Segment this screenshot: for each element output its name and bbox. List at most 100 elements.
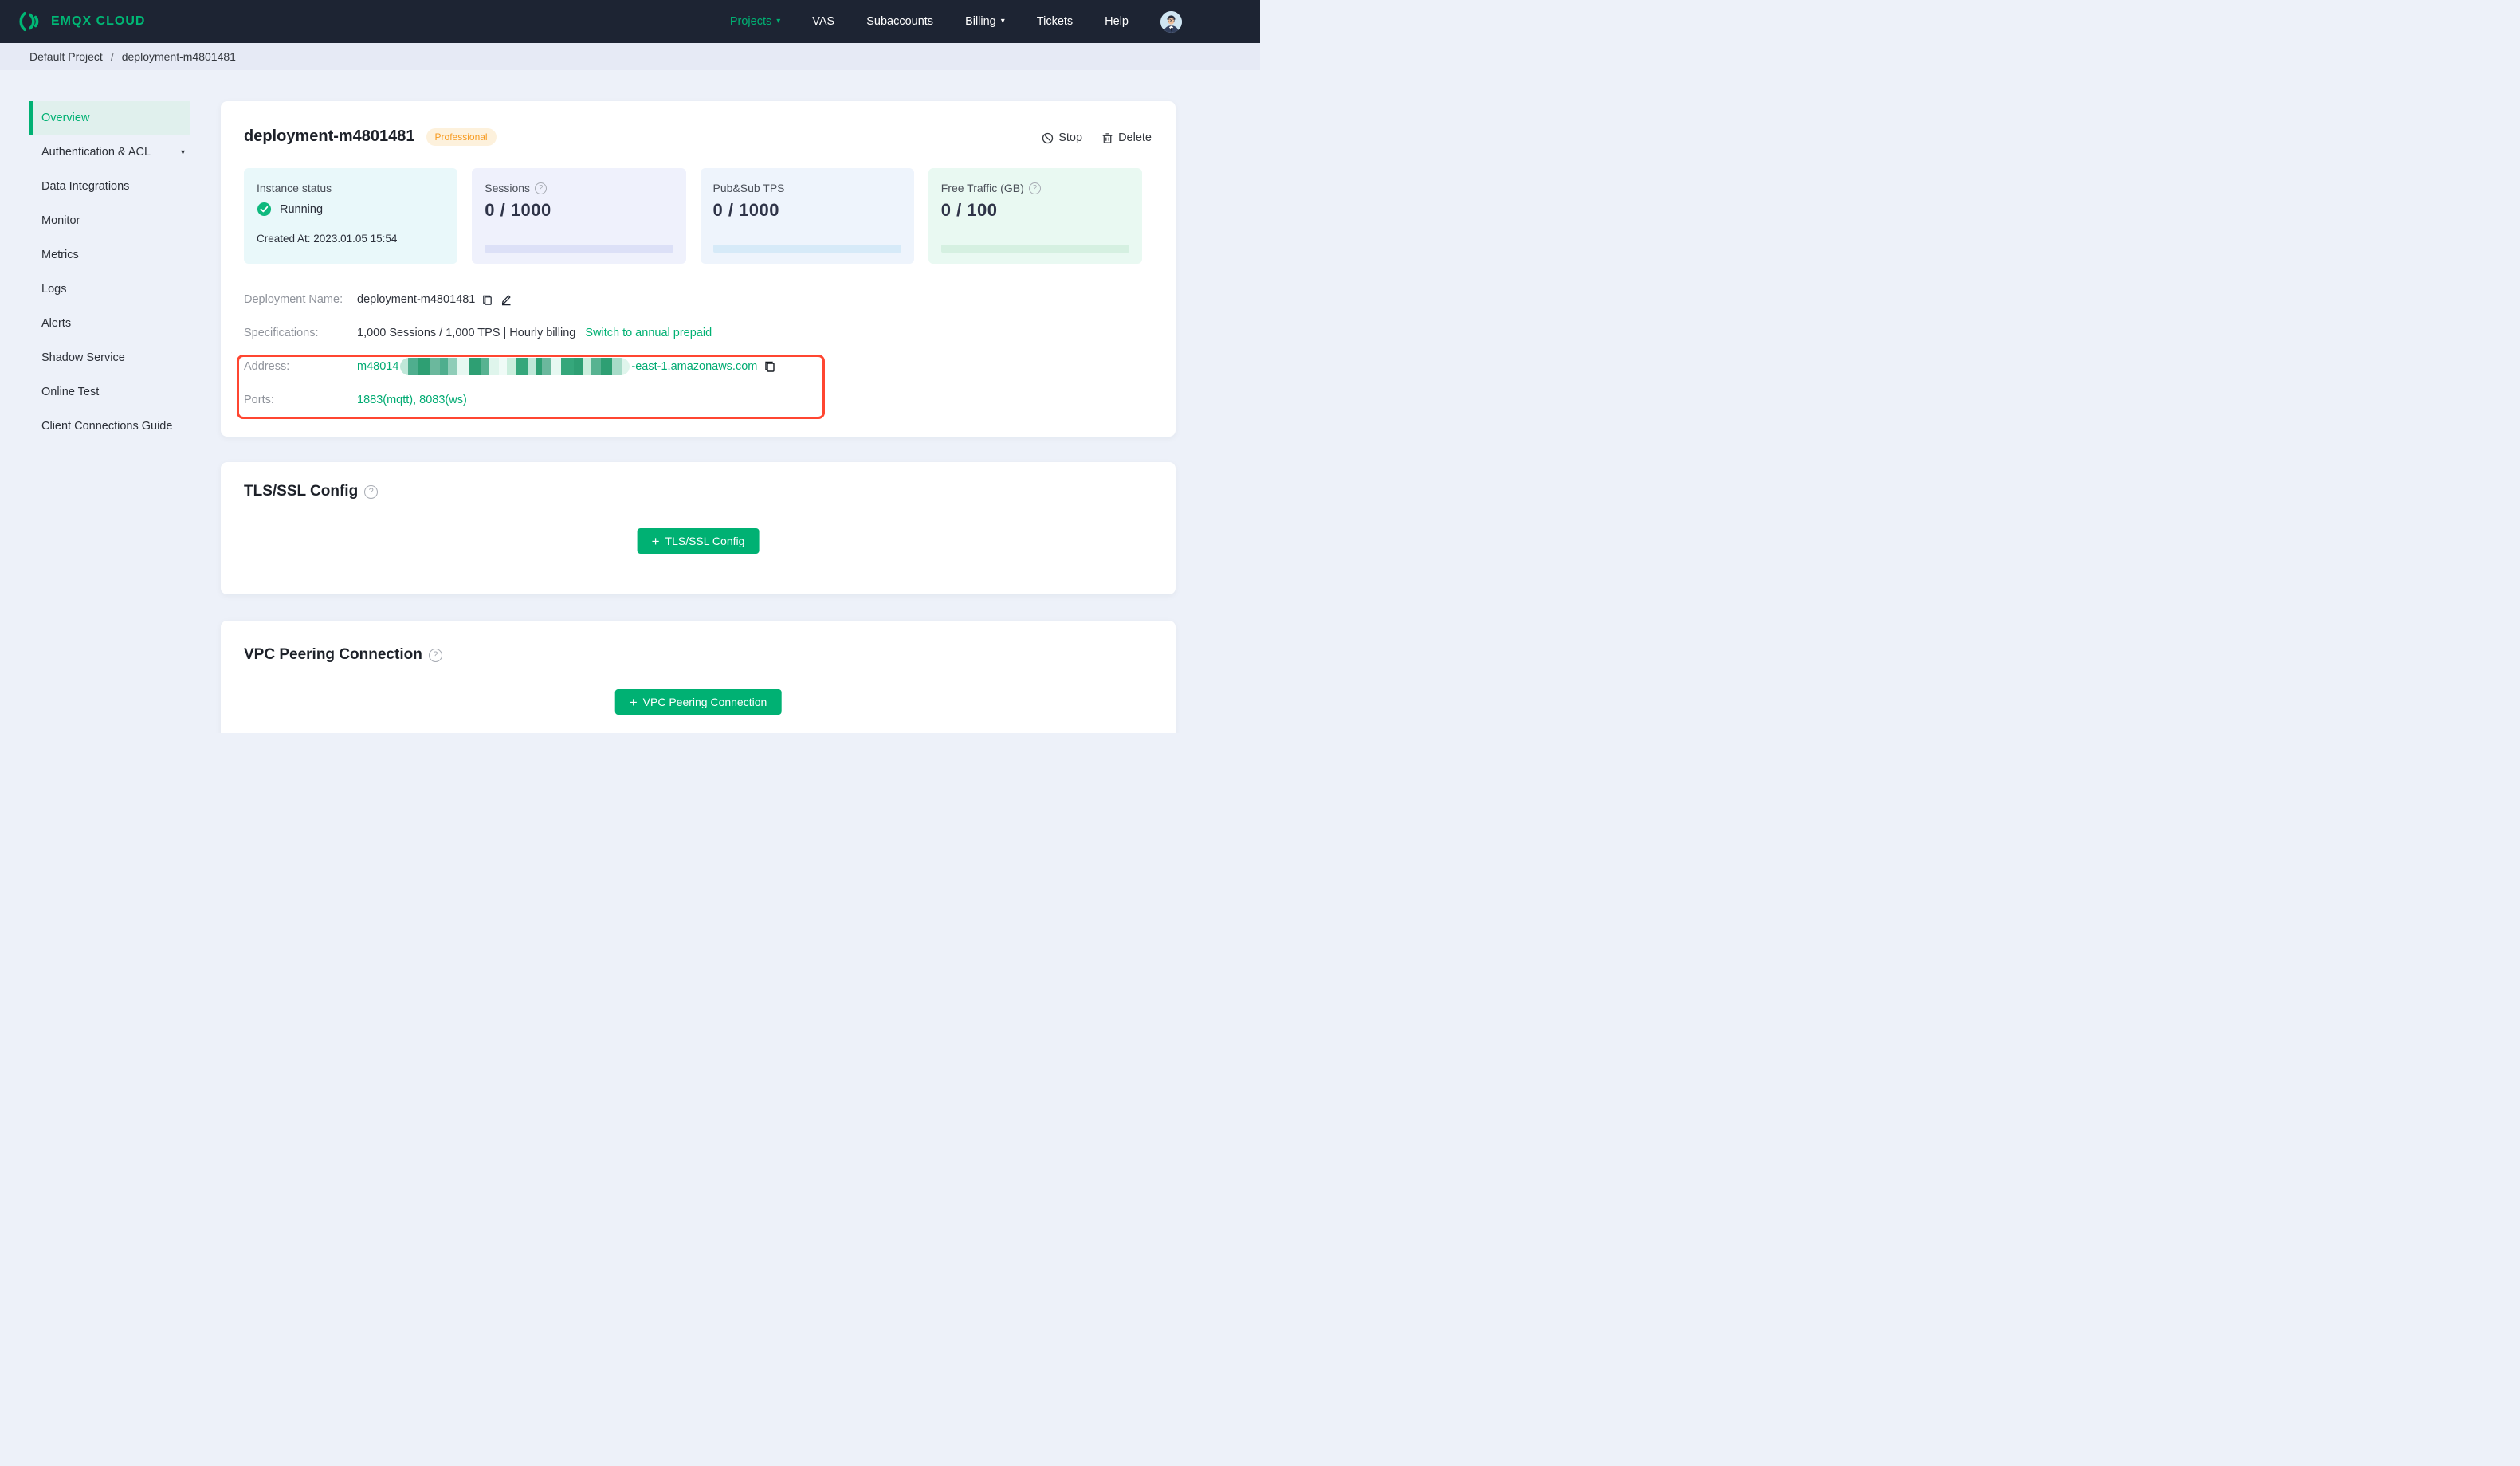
sidebar-item-alerts[interactable]: Alerts — [29, 307, 190, 341]
breadcrumb-current-page: deployment-m4801481 — [121, 50, 236, 63]
add-tls-ssl-config-button[interactable]: + TLS/SSL Config — [637, 528, 760, 554]
stop-icon — [1042, 132, 1054, 144]
tps-value: 0 / 1000 — [712, 200, 780, 220]
nav-item-vas[interactable]: VAS — [812, 15, 834, 28]
stat-label: Sessions — [485, 182, 531, 194]
nav-item-billing[interactable]: Billing ▾ — [965, 15, 1005, 28]
nav-item-label: Subaccounts — [866, 15, 934, 28]
sidebar-item-logs[interactable]: Logs — [29, 272, 190, 307]
pubsub-tps-card: Pub&Sub TPS 0 / 1000 — [700, 168, 914, 264]
caret-down-icon: ▾ — [776, 17, 781, 25]
ports-row: Ports: 1883(mqtt), 8083(ws) — [244, 391, 467, 409]
address-row: Address: m48014 -east-1.amazonaws.com — [244, 358, 776, 375]
sidebar-item-label: Data Integrations — [41, 180, 130, 193]
sessions-value: 0 / 1000 — [485, 200, 551, 220]
traffic-progress-bar — [940, 245, 1129, 253]
created-at-text: Created At: 2023.01.05 15:54 — [257, 233, 398, 245]
tps-progress-bar — [712, 245, 901, 253]
button-label: VPC Peering Connection — [642, 696, 767, 708]
breadcrumb-separator: / — [110, 50, 114, 63]
emqx-logo-icon — [16, 8, 43, 35]
plus-icon: + — [651, 533, 660, 549]
sidebar-item-metrics[interactable]: Metrics — [29, 238, 190, 272]
add-vpc-peering-button[interactable]: + VPC Peering Connection — [614, 689, 782, 715]
sidebar-item-online-test[interactable]: Online Test — [29, 375, 190, 410]
top-navbar: EMQX CLOUD Projects ▾ VAS Subaccounts Bi… — [0, 0, 1260, 43]
breadcrumb-project-link[interactable]: Default Project — [29, 50, 103, 63]
delete-button[interactable]: Delete — [1101, 131, 1152, 144]
sidebar-item-monitor[interactable]: Monitor — [29, 204, 190, 238]
ports-label: Ports: — [244, 394, 274, 406]
help-icon[interactable]: ? — [535, 182, 548, 194]
sidebar-item-label: Authentication & ACL — [41, 146, 151, 159]
sidebar-item-data-integrations[interactable]: Data Integrations — [29, 170, 190, 204]
sidebar-nav: Overview Authentication & ACL ▾ Data Int… — [29, 101, 190, 444]
sidebar-item-client-connections-guide[interactable]: Client Connections Guide — [29, 410, 190, 444]
tls-section-title: TLS/SSL Config — [244, 483, 359, 500]
instance-status-card: Instance status Running Created At: 2023… — [244, 168, 458, 264]
sidebar-item-label: Metrics — [41, 249, 79, 261]
address-suffix: -east-1.amazonaws.com — [631, 360, 758, 373]
free-traffic-card: Free Traffic (GB) ? 0 / 100 — [928, 168, 1142, 264]
help-icon[interactable]: ? — [428, 648, 442, 662]
copy-icon[interactable] — [763, 360, 776, 373]
emqx-cloud-console: EMQX CLOUD Projects ▾ VAS Subaccounts Bi… — [0, 0, 1260, 733]
ports-value: 1883(mqtt), 8083(ws) — [357, 394, 467, 406]
nav-item-subaccounts[interactable]: Subaccounts — [866, 15, 933, 28]
address-prefix: m48014 — [357, 360, 399, 373]
sessions-progress-bar — [485, 245, 673, 253]
copy-icon[interactable] — [481, 294, 493, 306]
sessions-card: Sessions ? 0 / 1000 — [472, 168, 686, 264]
sidebar-item-label: Shadow Service — [41, 351, 125, 364]
nav-item-projects[interactable]: Projects ▾ — [730, 15, 780, 28]
sidebar-item-label: Logs — [41, 283, 67, 296]
traffic-value: 0 / 100 — [940, 200, 998, 220]
deployment-name-row: Deployment Name: deployment-m4801481 — [244, 291, 512, 308]
breadcrumb: Default Project / deployment-m4801481 — [0, 43, 1260, 70]
help-icon[interactable]: ? — [1028, 182, 1041, 194]
edit-icon[interactable] — [500, 293, 512, 306]
nav-item-label: VAS — [812, 15, 835, 28]
delete-label: Delete — [1118, 131, 1152, 144]
plan-badge: Professional — [426, 127, 497, 146]
sidebar-item-label: Online Test — [41, 386, 100, 398]
trash-icon — [1101, 132, 1113, 144]
nav-item-tickets[interactable]: Tickets — [1037, 15, 1073, 28]
stop-button[interactable]: Stop — [1042, 131, 1082, 144]
sidebar-item-shadow-service[interactable]: Shadow Service — [29, 341, 190, 375]
specifications-value: 1,000 Sessions / 1,000 TPS | Hourly bill… — [357, 327, 576, 339]
check-circle-icon — [257, 202, 272, 217]
deployment-overview-card: deployment-m4801481 Professional Stop De… — [221, 101, 1176, 437]
brand[interactable]: EMQX CLOUD — [16, 8, 145, 35]
stat-label: Pub&Sub TPS — [712, 182, 785, 194]
address-redaction — [400, 358, 630, 375]
status-text: Running — [280, 202, 324, 216]
vpc-section-title: VPC Peering Connection — [244, 646, 422, 663]
sidebar-item-label: Monitor — [41, 214, 80, 227]
nav-item-label: Projects — [729, 15, 772, 28]
user-avatar[interactable] — [1160, 10, 1182, 33]
sidebar-item-label: Alerts — [41, 317, 72, 330]
stat-label: Instance status — [257, 182, 332, 194]
deployment-name-value: deployment-m4801481 — [357, 293, 476, 306]
switch-annual-prepaid-link[interactable]: Switch to annual prepaid — [585, 327, 712, 339]
sidebar-item-label: Client Connections Guide — [41, 420, 173, 433]
sidebar-item-authentication-acl[interactable]: Authentication & ACL ▾ — [29, 135, 190, 170]
brand-name: EMQX CLOUD — [51, 14, 146, 28]
nav-item-label: Help — [1105, 15, 1129, 28]
sidebar-item-overview[interactable]: Overview — [29, 101, 190, 135]
sidebar-item-label: Overview — [41, 112, 90, 124]
stop-label: Stop — [1058, 131, 1083, 144]
vpc-peering-card: VPC Peering Connection ? + VPC Peering C… — [221, 621, 1176, 733]
nav-item-label: Billing — [965, 15, 996, 28]
tls-ssl-card: TLS/SSL Config ? + TLS/SSL Config — [221, 462, 1176, 594]
stats-row: Instance status Running Created At: 2023… — [244, 168, 1142, 264]
caret-down-icon: ▾ — [180, 148, 185, 157]
deployment-title: deployment-m4801481 — [244, 127, 415, 145]
nav-item-label: Tickets — [1036, 15, 1074, 28]
address-label: Address: — [244, 360, 290, 373]
nav-item-help[interactable]: Help — [1105, 15, 1129, 28]
button-label: TLS/SSL Config — [665, 535, 745, 547]
deployment-name-label: Deployment Name: — [244, 293, 343, 306]
help-icon[interactable]: ? — [364, 484, 379, 499]
